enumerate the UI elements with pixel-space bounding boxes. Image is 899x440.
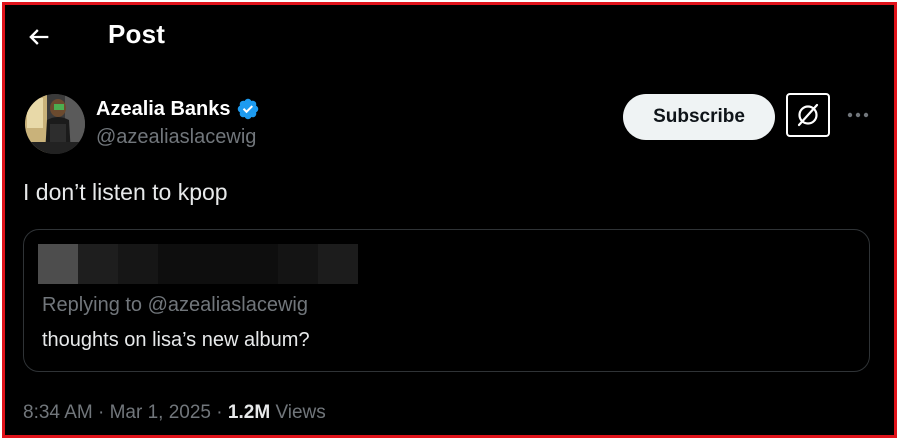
post-view: Post Azealia Banks @azealiaslacewig Subs… (2, 2, 897, 438)
views-count: 1.2M (227, 402, 271, 423)
subscribe-button[interactable]: Subscribe (623, 94, 775, 140)
author-handle[interactable]: @azealiaslacewig (96, 126, 256, 149)
grok-button[interactable] (786, 93, 830, 137)
grok-icon (797, 103, 819, 127)
quoted-post-text: thoughts on lisa’s new album? (42, 329, 310, 351)
avatar[interactable] (25, 94, 85, 154)
header: Post (5, 5, 894, 67)
redacted-author (38, 244, 358, 284)
author-name[interactable]: Azealia Banks (96, 98, 231, 121)
post-meta: 8:34 AM · Mar 1, 2025 · 1.2M Views (23, 402, 326, 424)
back-arrow-icon[interactable] (25, 23, 53, 51)
more-icon[interactable] (843, 103, 873, 127)
quoted-post[interactable]: Replying to @azealiaslacewig thoughts on… (23, 229, 870, 372)
author-name-row: Azealia Banks (96, 95, 260, 123)
verified-badge-icon[interactable] (236, 97, 260, 121)
replying-to-label: Replying to @azealiaslacewig (42, 294, 308, 316)
page-title: Post (108, 19, 166, 49)
meta-separator: · (216, 402, 223, 423)
meta-separator: · (98, 402, 105, 423)
post-time[interactable]: 8:34 AM (23, 402, 93, 423)
post-text: I don’t listen to kpop (23, 179, 228, 205)
avatar-image (25, 94, 85, 154)
post-date[interactable]: Mar 1, 2025 (110, 402, 211, 423)
views-label: Views (275, 402, 326, 423)
